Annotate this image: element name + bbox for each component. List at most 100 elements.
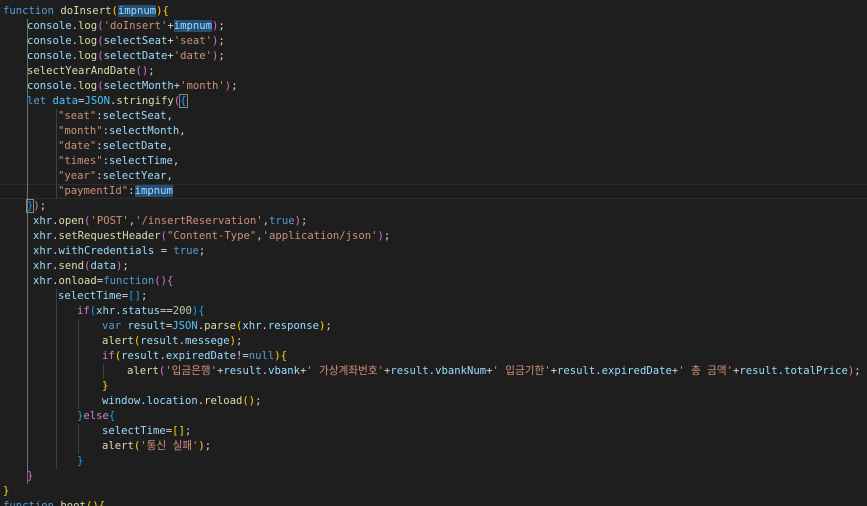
code-token: 'seat' [173,35,213,47]
code-line[interactable]: selectTime=[]; [3,424,191,439]
code-line[interactable]: xhr.send(data); [3,259,129,274]
code-token: withCredentials [58,245,155,257]
code-token: if [77,305,90,317]
code-editor[interactable]: function doInsert(impnum){console.log('d… [0,0,867,506]
code-token: true [173,245,199,257]
code-token: else [83,410,109,422]
code-token: "seat" [58,110,97,122]
code-line[interactable]: xhr.open('POST','/insertReservation',tru… [3,214,307,229]
code-token: result [121,350,160,362]
code-line[interactable]: console.log(selectSeat+'seat'); [3,34,225,49]
code-token: , [172,155,180,167]
code-token: log [78,50,98,62]
code-line[interactable]: }); [3,199,46,214]
code-line[interactable]: alert(result.messege); [3,334,242,349]
code-token: } [102,380,109,392]
code-token: xhr [96,305,116,317]
code-token: console [27,20,72,32]
code-token: , [166,140,173,152]
code-token: selectMonth [109,125,180,137]
code-token: ' 총 금액' [678,365,733,377]
code-line[interactable]: console.log(selectDate+'date'); [3,49,225,64]
code-token: ; [204,440,212,452]
code-token: ; [325,320,332,332]
code-token: response [267,320,319,332]
code-token: '/insertReservation' [135,215,263,227]
code-token: 200 [172,305,192,317]
code-token: let [27,95,47,107]
code-token: ; [231,80,238,92]
code-line[interactable]: } [3,469,33,484]
code-line[interactable]: function boot(){ [3,499,105,506]
code-line[interactable]: let data=JSON.stringify({ [3,94,188,109]
code-line[interactable]: xhr.onload=function(){ [3,274,173,289]
code-line[interactable]: "times":selectTime, [3,154,179,169]
code-line[interactable]: window.location.reload(); [3,394,262,409]
code-line[interactable]: "seat":selectSeat, [3,109,173,124]
code-token: stringify [116,95,174,107]
code-line[interactable]: xhr.setRequestHeader("Content-Type",'app… [3,229,390,244]
code-token: ; [255,395,262,407]
code-token: function [3,500,55,506]
code-token: + [167,20,174,32]
code-token: vbank [268,365,300,377]
code-line[interactable]: }else{ [3,409,115,424]
code-token: ; [122,260,129,272]
code-token: expiredDate [601,365,672,377]
code-token: console [27,50,72,62]
code-token: alert [102,440,134,452]
code-token: data [90,260,116,272]
code-token: onload [58,275,97,287]
code-line[interactable]: console.log('doInsert'+impnum); [3,19,225,34]
code-token: ; [198,245,206,257]
code-token: JSON [172,320,198,332]
code-token: ; [383,230,391,242]
code-line[interactable]: alert('통신 실패'); [3,439,211,454]
code-token: selectDate [102,140,167,152]
code-line[interactable]: if(xhr.status==200){ [3,304,205,319]
code-token: ; [218,35,225,47]
code-token: xhr [33,245,53,257]
code-line[interactable]: "paymentId":impnum [3,184,173,199]
code-token: 'date' [173,50,213,62]
code-line[interactable]: } [3,484,9,499]
code-token: selectTime [109,155,173,167]
code-token: ; [236,335,243,347]
code-line[interactable]: "month":selectMonth, [3,124,186,139]
code-token: ' 입금기한' [492,365,551,377]
code-token: { [179,94,188,108]
code-token: ' 가상계좌번호' [306,365,384,377]
code-token: result [739,365,778,377]
code-token: xhr [242,320,262,332]
code-token: true [269,215,295,227]
code-line[interactable]: } [3,379,108,394]
code-line[interactable]: console.log(selectMonth+'month'); [3,79,238,94]
code-token: result [140,335,179,347]
code-token: selectMonth [103,80,174,92]
code-token: : [128,185,135,197]
code-line[interactable]: xhr.withCredentials = true; [3,244,205,259]
code-line[interactable]: if(result.expiredDate!=null){ [3,349,287,364]
code-token: xhr [33,215,53,227]
code-token: { [108,410,116,422]
code-line[interactable]: "date":selectDate, [3,139,173,154]
code-token: impnum [173,20,213,32]
code-line[interactable]: } [3,454,83,469]
code-line[interactable]: "year":selectYear, [3,169,173,184]
code-token: xhr [33,260,53,272]
code-token: ; [300,215,308,227]
code-token: , [166,170,173,182]
code-line[interactable]: selectTime=[]; [3,289,147,304]
code-token: alert [102,335,134,347]
code-line[interactable]: alert('입금은행'+result.vbank+' 가상계좌번호'+resu… [3,364,861,379]
code-token: window [102,395,141,407]
code-token: "year" [58,170,97,182]
code-token: "Content-Type" [166,230,257,242]
code-line[interactable]: var result=JSON.parse(xhr.response); [3,319,332,334]
code-line[interactable]: function doInsert(impnum){ [3,4,169,19]
code-token: console [27,80,72,92]
code-line[interactable]: selectYearAndDate(); [3,64,155,79]
code-token: != [236,350,249,362]
code-token: ; [148,65,155,77]
code-token: result [223,365,262,377]
